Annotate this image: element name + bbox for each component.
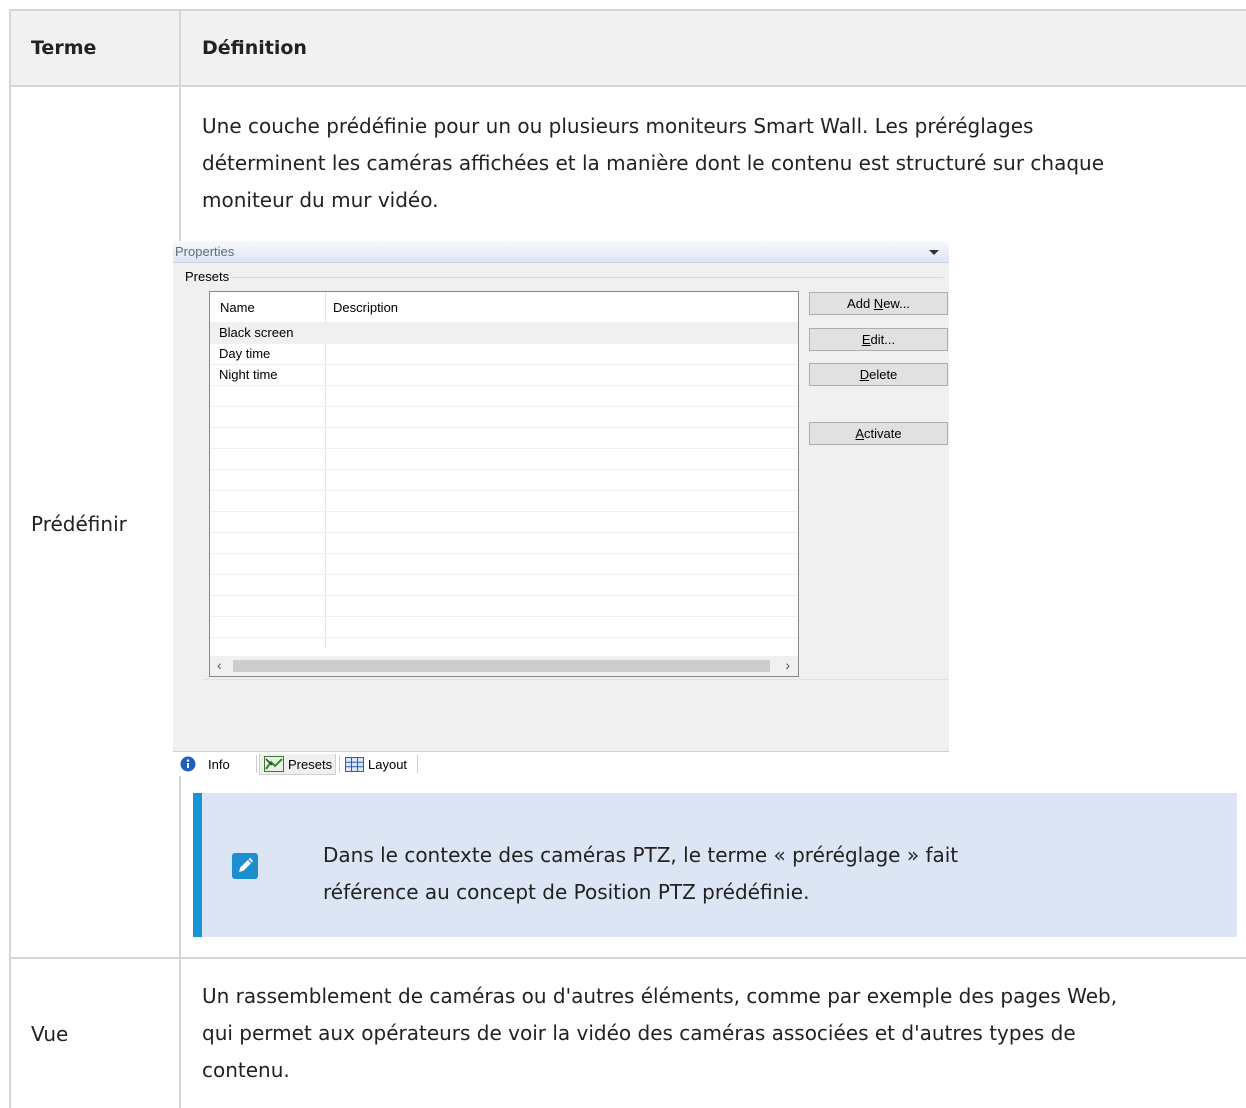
dropdown-arrow-icon[interactable] <box>929 250 939 255</box>
presets-list[interactable]: Name Description Black screen Day time N… <box>209 291 799 677</box>
table-left-border <box>9 9 11 1108</box>
definition-line: contenu. <box>202 1058 290 1082</box>
group-divider <box>231 277 943 278</box>
note-accent-bar <box>193 793 202 937</box>
grid-icon <box>345 757 364 772</box>
column-header-name[interactable]: Name <box>220 300 255 315</box>
note-line: Dans le contexte des caméras PTZ, le ter… <box>323 843 959 867</box>
empty-row <box>210 386 798 407</box>
edit-button[interactable]: Edit... <box>809 328 948 351</box>
tab-separator <box>417 755 418 773</box>
tab-layout[interactable]: Layout <box>345 754 407 775</box>
column-header-description[interactable]: Description <box>333 300 398 315</box>
info-icon <box>180 756 196 772</box>
activate-button[interactable]: Activate <box>809 422 948 445</box>
add-new-button[interactable]: Add New... <box>809 292 948 315</box>
term-vue: Vue <box>31 1022 69 1046</box>
panel-title: Properties <box>175 244 235 259</box>
tab-bar: Info Presets Layout <box>173 751 949 776</box>
definition-line: qui permet aux opérateurs de voir la vid… <box>202 1021 1076 1045</box>
empty-row <box>210 533 798 554</box>
scrollbar-thumb[interactable] <box>233 660 770 672</box>
empty-row <box>210 512 798 533</box>
delete-button[interactable]: Delete <box>809 363 948 386</box>
panel-divider <box>203 679 949 680</box>
list-header: Name Description <box>210 292 798 323</box>
presets-group-label: Presets <box>185 269 230 284</box>
empty-row <box>210 428 798 449</box>
empty-row <box>210 407 798 428</box>
horizontal-scrollbar[interactable]: ‹ › <box>210 656 798 676</box>
panel-title-bar: Properties <box>173 241 949 263</box>
header-definition: Définition <box>202 37 307 59</box>
row-divider <box>9 957 1246 959</box>
empty-row <box>210 596 798 617</box>
scroll-left-icon[interactable]: ‹ <box>217 657 222 673</box>
note-callout: Dans le contexte des caméras PTZ, le ter… <box>193 793 1237 937</box>
tab-separator <box>256 755 257 773</box>
table-header-row: Terme Définition <box>9 9 1246 87</box>
pencil-icon <box>232 853 258 879</box>
list-item[interactable]: Night time <box>210 365 798 386</box>
empty-row <box>210 617 798 638</box>
item-name: Black screen <box>219 325 294 340</box>
empty-row <box>210 449 798 470</box>
scroll-right-icon[interactable]: › <box>785 657 790 673</box>
item-name: Day time <box>219 346 271 361</box>
definition-line: Une couche prédéfinie pour un ou plusieu… <box>202 114 1034 138</box>
empty-row <box>210 470 798 491</box>
tab-info[interactable]: Info <box>180 754 230 775</box>
list-item[interactable]: Day time <box>210 344 798 365</box>
definition-line: déterminent les caméras affichées et la … <box>202 151 1105 175</box>
term-prédéfinir: Prédéfinir <box>31 512 127 536</box>
definition-line: moniteur du mur vidéo. <box>202 188 439 212</box>
item-name: Night time <box>219 367 278 382</box>
tab-presets[interactable]: Presets <box>259 754 336 775</box>
empty-row <box>210 575 798 596</box>
empty-row <box>210 554 798 575</box>
properties-panel: Properties Presets Name Description Blac… <box>173 241 949 776</box>
header-term: Terme <box>31 37 97 59</box>
tab-separator <box>339 755 340 773</box>
definition-line: Un rassemblement de caméras ou d'autres … <box>202 984 1118 1008</box>
note-line: référence au concept de Position PTZ pré… <box>323 880 810 904</box>
presets-icon <box>264 756 284 772</box>
empty-row <box>210 491 798 512</box>
list-item[interactable]: Black screen <box>210 323 798 344</box>
